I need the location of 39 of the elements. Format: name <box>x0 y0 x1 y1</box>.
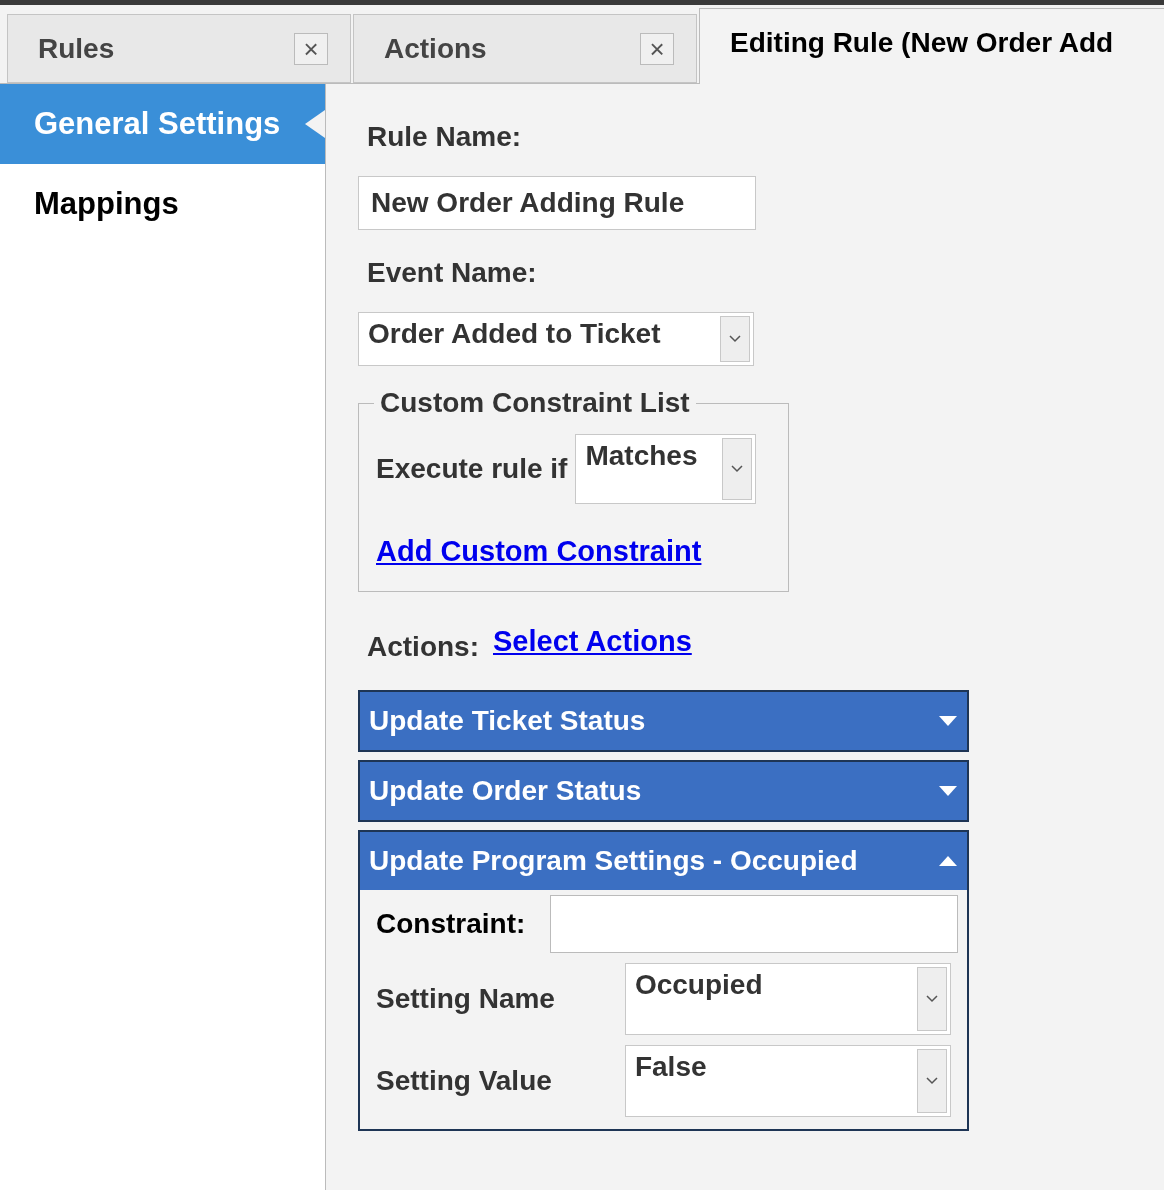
field-label: Constraint: <box>376 906 527 941</box>
dropdown-value: Order Added to Ticket <box>367 317 662 351</box>
panel-header[interactable]: Update Ticket Status <box>360 691 967 750</box>
panel-header[interactable]: Update Program Settings - Occupied <box>360 831 967 890</box>
panel-header[interactable]: Update Order Status <box>360 761 967 820</box>
dropdown-button[interactable] <box>917 966 947 1031</box>
dropdown[interactable]: False <box>624 1044 951 1117</box>
chevron-down-icon <box>926 1076 938 1085</box>
field-label: Actions: <box>367 629 479 664</box>
chevron-down-icon <box>926 994 938 1003</box>
field-label: Rule Name: <box>367 120 522 154</box>
dropdown[interactable]: Order Added to Ticket <box>358 312 754 366</box>
field-label: Event Name: <box>367 256 537 290</box>
dropdown-value: False <box>633 1049 708 1084</box>
field-label: Setting Name <box>376 981 556 1016</box>
collapse-caret-icon <box>939 855 957 866</box>
dropdown-value: Matches <box>584 439 699 473</box>
dropdown-button[interactable] <box>722 438 753 500</box>
expand-caret-icon <box>939 785 957 796</box>
close-button[interactable]: × <box>294 32 328 65</box>
group-legend: Custom Constraint List <box>374 382 696 424</box>
field-label: Execute rule if <box>376 452 568 486</box>
dropdown[interactable]: Matches <box>575 434 757 504</box>
dropdown[interactable]: Occupied <box>624 962 951 1035</box>
tab[interactable]: Editing Rule (New Order Add <box>699 8 1164 84</box>
tab[interactable]: Actions × <box>353 14 697 83</box>
field-label: Setting Value <box>376 1063 553 1098</box>
chevron-down-icon <box>729 335 741 343</box>
add-constraint-link[interactable]: Add Custom Constraint <box>376 530 702 574</box>
dropdown-button[interactable] <box>917 1048 947 1113</box>
expand-caret-icon <box>939 715 957 726</box>
tab[interactable]: Rules × <box>7 14 351 83</box>
select-actions-link[interactable]: Select Actions <box>493 620 692 668</box>
dropdown-button[interactable] <box>720 316 750 362</box>
text-field[interactable]: New Order Adding Rule <box>358 176 756 230</box>
chevron-down-icon <box>731 465 744 473</box>
close-button[interactable]: × <box>640 32 674 65</box>
text-field[interactable] <box>550 894 958 953</box>
dropdown-value: Occupied <box>633 967 764 1002</box>
